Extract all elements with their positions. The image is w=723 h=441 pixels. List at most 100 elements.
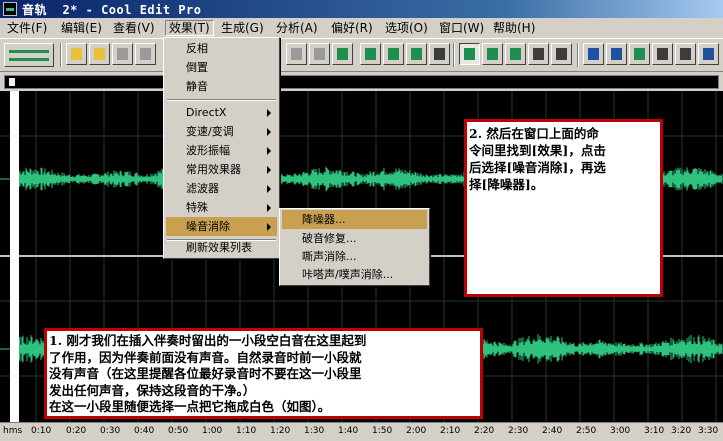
submenu-arrow-icon xyxy=(267,223,271,231)
metadata-icon[interactable] xyxy=(698,43,719,65)
effects-menu-reverse[interactable]: 倒置 xyxy=(166,58,277,77)
spectral-view-icon[interactable] xyxy=(429,43,450,65)
menu-window[interactable]: 窗口(W) xyxy=(436,20,487,36)
submenu-click-pop-eliminator[interactable]: 咔嗒声/噗声消除... xyxy=(282,265,427,284)
effects-menu-silence[interactable]: 静音 xyxy=(166,77,277,96)
open-file-icon[interactable] xyxy=(89,43,110,65)
track-group-icon[interactable] xyxy=(551,43,572,65)
menu-help[interactable]: 帮助(H) xyxy=(490,20,538,36)
annotation-line: 发出任何声音，保持这段音的干净。） xyxy=(49,382,256,398)
title-bar: 音轨 2* - Cool Edit Pro xyxy=(0,0,723,18)
effects-menu-time-pitch[interactable]: 变速/变调 xyxy=(166,122,277,141)
view-window-icon[interactable] xyxy=(583,43,604,65)
track-mix-icon[interactable] xyxy=(505,43,526,65)
ruler-tick-label: 0:40 xyxy=(134,426,155,436)
ruler-tick-label: 1:00 xyxy=(202,426,223,436)
annotation-line: 1. 刚才我们在插入伴奏时留出的一小段空白音在这里起到 xyxy=(49,333,367,348)
annotation-line: 令间里找到[效果]，点击 xyxy=(469,143,606,158)
ruler-tick-label: 1:20 xyxy=(270,426,291,436)
effects-menu-invert[interactable]: 反相 xyxy=(166,39,277,58)
ruler-unit-label: hms xyxy=(3,426,23,436)
effects-menu-special[interactable]: 特殊 xyxy=(166,198,277,217)
menu-view[interactable]: 查看(V) xyxy=(110,20,158,36)
submenu-hiss-reduction[interactable]: 嘶声消除... xyxy=(282,247,427,266)
menu-analyze[interactable]: 分析(A) xyxy=(273,20,321,36)
selection-range[interactable] xyxy=(10,91,19,422)
effects-rack-icon[interactable] xyxy=(629,43,650,65)
menu-separator xyxy=(167,99,276,101)
annotation-line: 2. 然后在窗口上面的命 xyxy=(469,126,599,141)
effects-menu-noise-reduction[interactable]: 噪音消除 xyxy=(166,217,277,236)
effects-menu-directx[interactable]: DirectX xyxy=(166,103,277,122)
track-view-icon[interactable] xyxy=(459,43,480,65)
submenu-arrow-icon xyxy=(267,166,271,174)
multitrack-toggle-button[interactable] xyxy=(4,43,54,67)
window-title: 音轨 2* - Cool Edit Pro xyxy=(22,3,202,17)
ruler-tick-label: 0:50 xyxy=(168,426,189,436)
submenu-arrow-icon xyxy=(267,147,271,155)
annotation-line: 择[降噪器]。 xyxy=(469,177,544,192)
ruler-tick-label: 3:10 xyxy=(644,426,665,436)
effects-menu-refresh[interactable]: 刷新效果列表 xyxy=(166,238,277,257)
menu-preferences[interactable]: 偏好(R) xyxy=(328,20,376,36)
effects-menu-amplitude[interactable]: 波形振幅 xyxy=(166,141,277,160)
mix-paste-icon[interactable] xyxy=(360,43,381,65)
submenu-noise-reducer[interactable]: 降噪器... xyxy=(282,210,427,229)
menu-options[interactable]: 选项(O) xyxy=(382,20,431,36)
spectrum-icon[interactable] xyxy=(606,43,627,65)
app-icon xyxy=(3,2,17,16)
noise-reduction-submenu: 降噪器... 破音修复... 嘶声消除... 咔嗒声/噗声消除... xyxy=(279,208,430,286)
menu-edit[interactable]: 编辑(E) xyxy=(58,20,105,36)
cut-icon[interactable] xyxy=(309,43,330,65)
toolbar xyxy=(0,38,723,72)
submenu-arrow-icon xyxy=(267,128,271,136)
copy-icon[interactable] xyxy=(286,43,307,65)
annotation-line: 了作用，因为伴奏前面没有声音。自然录音时前一小段就 xyxy=(49,349,362,365)
ruler-tick-label: 1:40 xyxy=(338,426,359,436)
ruler-tick-label: 2:40 xyxy=(542,426,563,436)
ruler-tick-label: 2:10 xyxy=(440,426,461,436)
ruler-tick-label: 0:20 xyxy=(66,426,87,436)
ruler-tick-label: 2:00 xyxy=(406,426,427,436)
new-file-icon[interactable] xyxy=(66,43,87,65)
ruler-tick-label: 2:50 xyxy=(576,426,597,436)
menu-file[interactable]: 文件(F) xyxy=(4,20,50,36)
cue-list-icon[interactable] xyxy=(675,43,696,65)
trim-icon[interactable] xyxy=(383,43,404,65)
ruler-tick-label: 1:10 xyxy=(236,426,257,436)
effects-menu: 反相 倒置 静音 DirectX 变速/变调 波形振幅 常用效果器 滤波器 特殊… xyxy=(163,37,280,259)
ruler-tick-label: 1:50 xyxy=(372,426,393,436)
ruler-tick-label: 1:30 xyxy=(304,426,325,436)
submenu-arrow-icon xyxy=(267,109,271,117)
time-ruler: hms 0:10 0:20 0:30 0:40 0:50 1:00 1:10 1… xyxy=(0,422,723,441)
ruler-tick-label: 3:30 xyxy=(698,426,719,436)
save-as-icon[interactable] xyxy=(135,43,156,65)
submenu-clip-restoration[interactable]: 破音修复... xyxy=(282,229,427,248)
ruler-tick-label: 3:00 xyxy=(610,426,631,436)
annotation-line: 没有声音（在这里提醒各位最好录音时不要在这一小段里 xyxy=(49,366,362,381)
submenu-arrow-icon xyxy=(267,185,271,193)
ruler-tick-label: 0:30 xyxy=(100,426,121,436)
annotation-step-2: 2. 然后在窗口上面的命 令间里找到[效果]，点击 后选择[噪音消除]，再选 择… xyxy=(464,119,663,297)
effects-menu-filters[interactable]: 滤波器 xyxy=(166,179,277,198)
annotation-line: 后选择[噪音消除]，再选 xyxy=(469,160,606,175)
track-lock-icon[interactable] xyxy=(528,43,549,65)
ruler-tick-label: 0:10 xyxy=(31,426,52,436)
waveform-tool-icon[interactable] xyxy=(406,43,427,65)
ruler-tick-label: 3:20 xyxy=(671,426,692,436)
overview-scrollbar[interactable] xyxy=(4,75,719,89)
play-icon[interactable] xyxy=(652,43,673,65)
menu-generate[interactable]: 生成(G) xyxy=(218,20,267,36)
save-icon[interactable] xyxy=(112,43,133,65)
menu-effects[interactable]: 效果(T) xyxy=(165,20,214,36)
track-add-icon[interactable] xyxy=(482,43,503,65)
paste-icon[interactable] xyxy=(332,43,353,65)
overview-thumb[interactable] xyxy=(9,78,15,86)
annotation-line: 在这一小段里随便选择一点把它拖成白色（如图）。 xyxy=(49,399,331,414)
effects-menu-common[interactable]: 常用效果器 xyxy=(166,160,277,179)
menu-bar: 文件(F) 编辑(E) 查看(V) 效果(T) 生成(G) 分析(A) 偏好(R… xyxy=(0,18,723,38)
submenu-arrow-icon xyxy=(267,204,271,212)
ruler-tick-label: 2:20 xyxy=(474,426,495,436)
annotation-step-1: 1. 刚才我们在插入伴奏时留出的一小段空白音在这里起到 了作用，因为伴奏前面没有… xyxy=(44,328,483,419)
ruler-tick-label: 2:30 xyxy=(508,426,529,436)
